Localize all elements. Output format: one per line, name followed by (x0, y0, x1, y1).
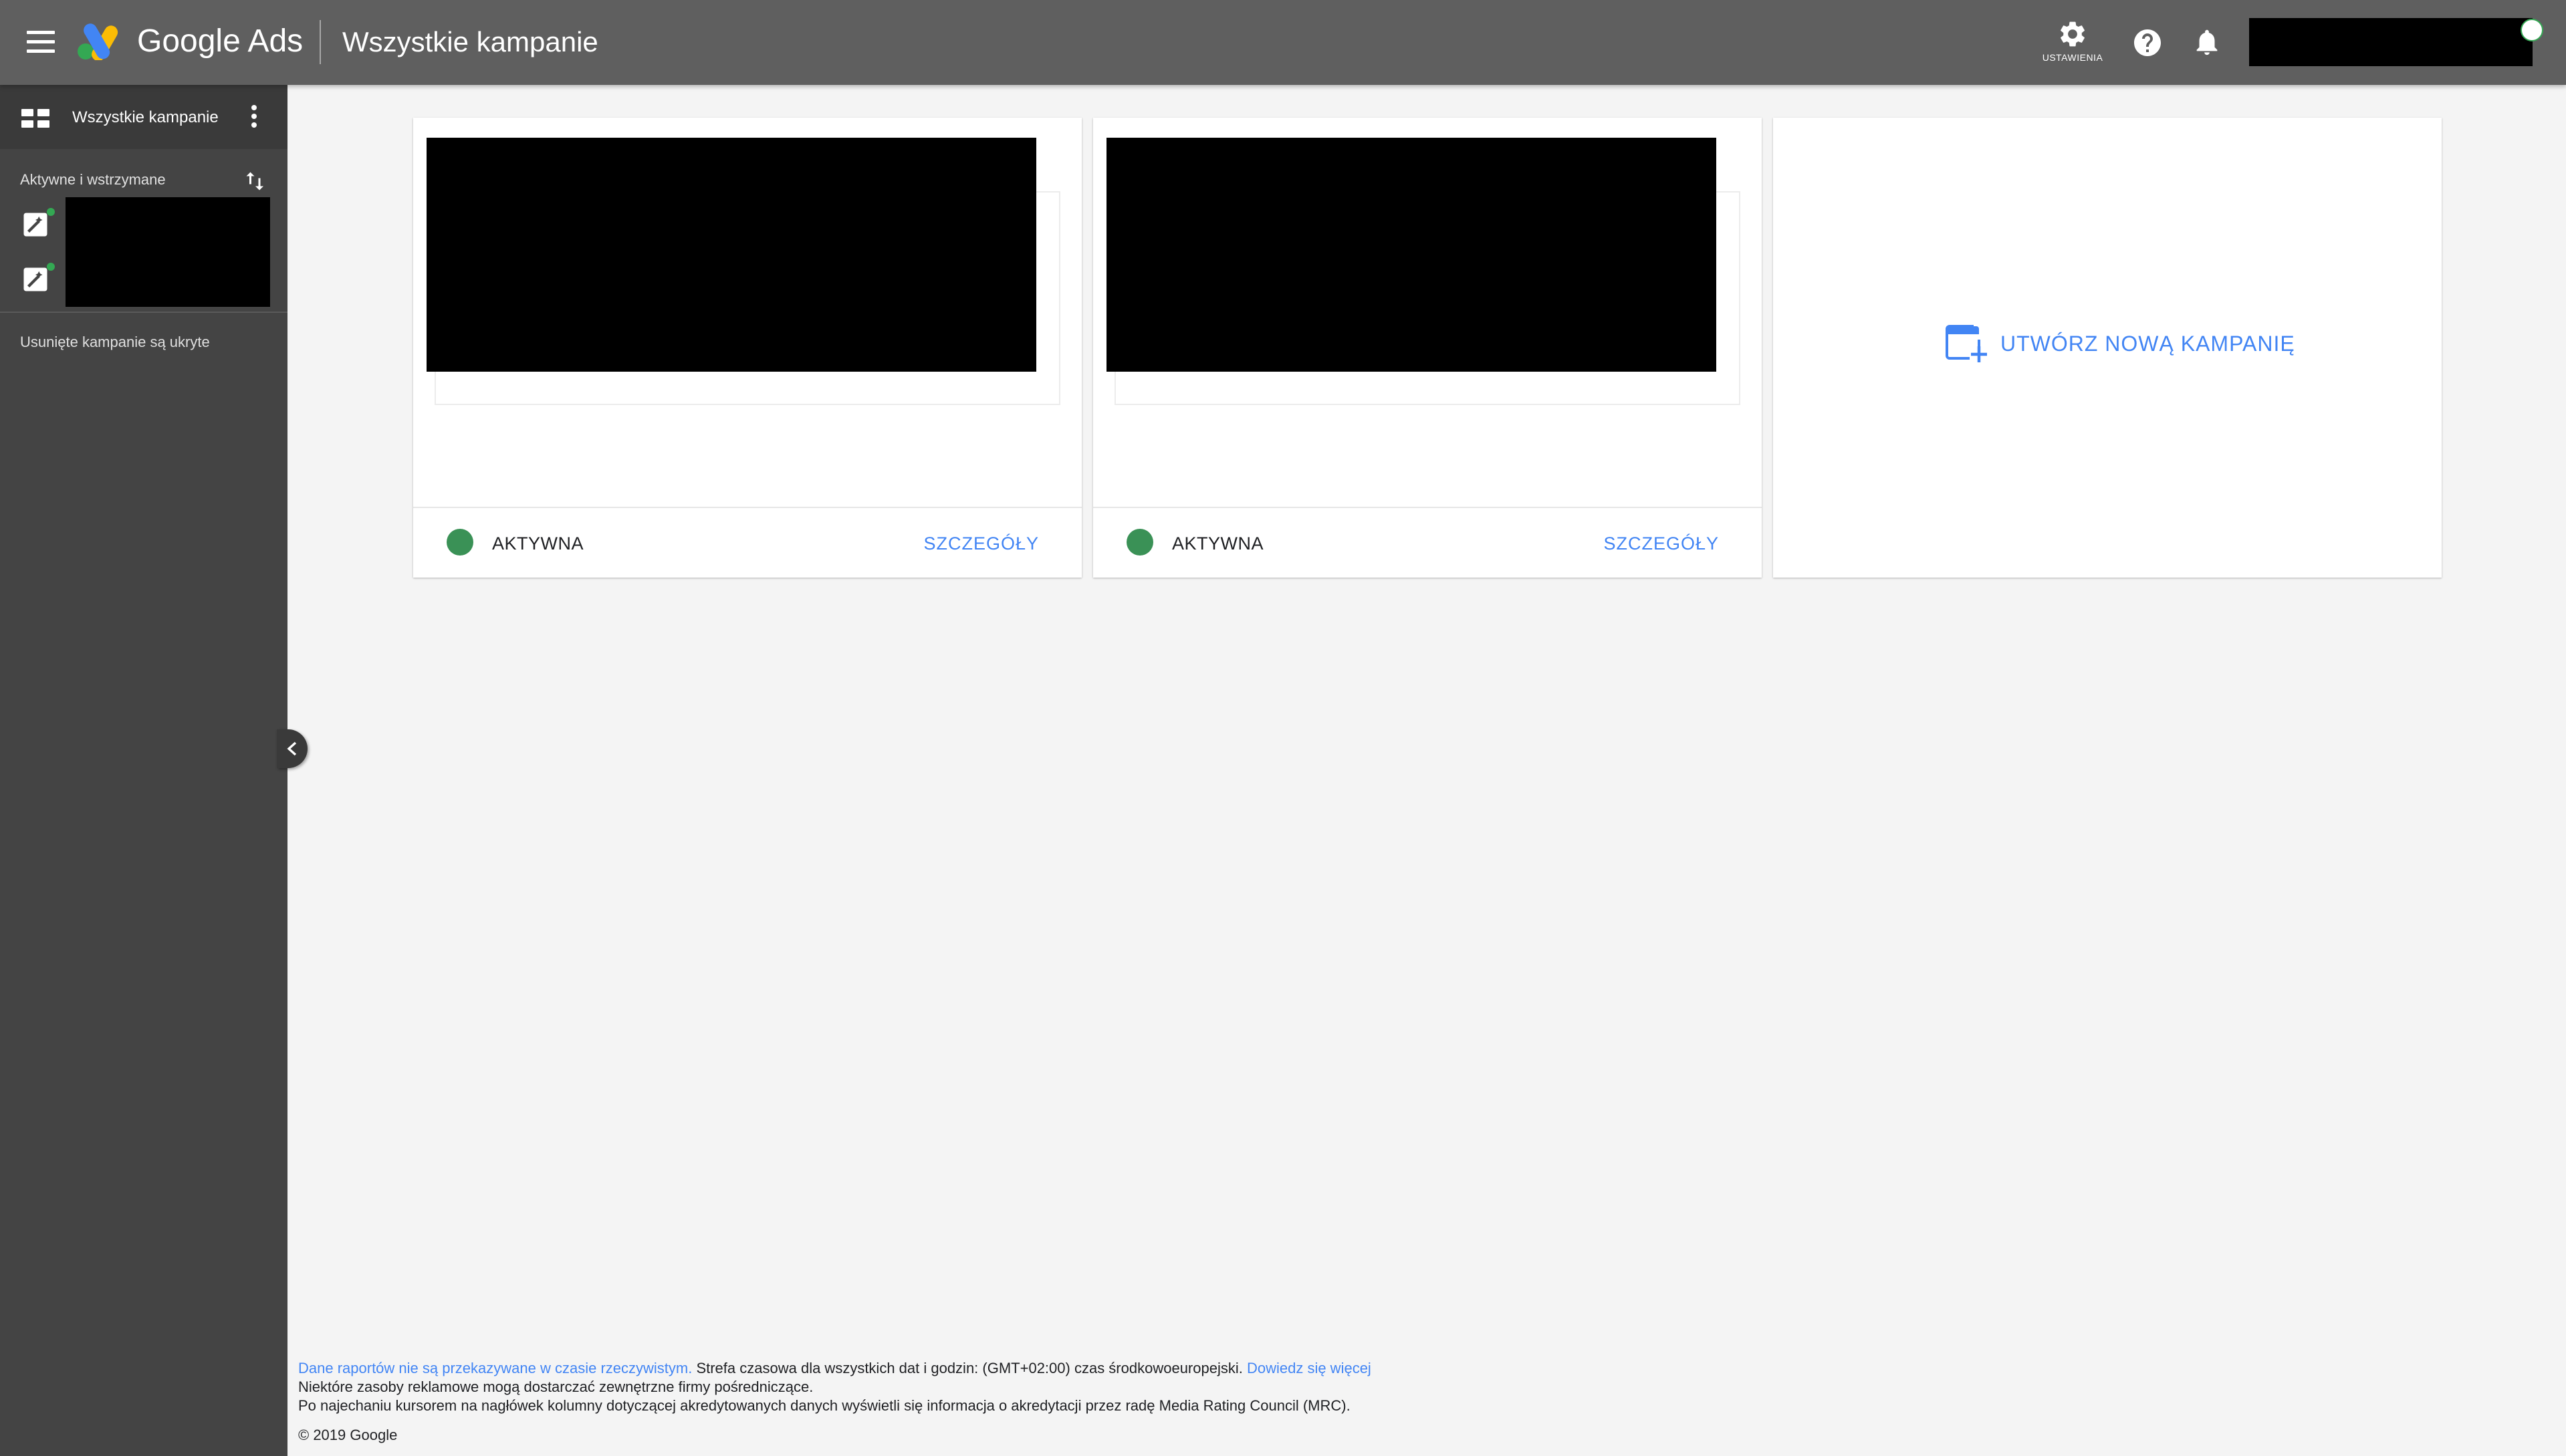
title-divider (320, 20, 321, 64)
more-vert-icon[interactable] (247, 105, 261, 132)
hamburger-menu-icon[interactable] (27, 31, 55, 53)
campaign-card[interactable]: AKTYWNA SZCZEGÓŁY (413, 118, 1082, 578)
copyright: © 2019 Google (298, 1427, 398, 1443)
chevron-left-icon (287, 741, 297, 756)
google-ads-logo[interactable] (77, 21, 121, 60)
brand-name: Google Ads (137, 23, 304, 59)
settings-button[interactable]: USTAWIENIA (2032, 16, 2113, 70)
status-active-dot (1127, 529, 1153, 556)
settings-label: USTAWIENIA (2042, 52, 2103, 63)
collapse-sidebar-button[interactable] (277, 729, 308, 768)
add-window-icon (1946, 325, 1987, 362)
campaign-card-footer: AKTYWNA SZCZEGÓŁY (413, 507, 1082, 578)
create-campaign-card[interactable]: UTWÓRZ NOWĄ KAMPANIĘ (1773, 118, 2442, 578)
dashboard-grid-icon (21, 109, 49, 128)
bell-icon[interactable] (2192, 25, 2222, 59)
gear-icon (2061, 21, 2085, 47)
learn-more-link[interactable]: Dowiedz się więcej (1247, 1360, 1371, 1376)
campaign-names-redacted[interactable] (66, 197, 270, 307)
reporting-delay-link[interactable]: Dane raportów nie są przekazywane w czas… (298, 1360, 692, 1376)
create-campaign-button[interactable]: UTWÓRZ NOWĄ KAMPANIĘ (1944, 322, 2295, 365)
details-button[interactable]: SZCZEGÓŁY (923, 532, 1039, 555)
details-button[interactable]: SZCZEGÓŁY (1603, 532, 1719, 555)
ad-preview-redacted (1106, 138, 1716, 372)
footer-line-intermediaries: Niektóre zasoby reklamowe mogą dostarcza… (298, 1378, 814, 1395)
top-app-bar: Google Ads Wszystkie kampanie USTAWIENIA (0, 0, 2566, 85)
create-campaign-label: UTWÓRZ NOWĄ KAMPANIĘ (2000, 331, 2295, 356)
campaign-filter-label: Aktywne i wstrzymane (20, 171, 166, 188)
timezone-note: Strefa czasowa dla wszystkich dat i godz… (692, 1360, 1247, 1376)
help-circle-icon[interactable] (2131, 27, 2164, 59)
campaign-sidebar: Wszystkie kampanie Aktywne i wstrzymane … (0, 85, 287, 1456)
status-active-dot (447, 529, 473, 556)
magic-wand-icon (23, 213, 47, 237)
magic-wand-icon (23, 267, 47, 291)
page-footer: Dane raportów nie są przekazywane w czas… (298, 1359, 1371, 1445)
removed-campaigns-note: Usunięte kampanie są ukryte (20, 334, 210, 350)
sidebar-header[interactable]: Wszystkie kampanie (0, 85, 287, 149)
sidebar-divider (0, 312, 287, 313)
account-selector[interactable] (2249, 18, 2533, 66)
sort-icon[interactable] (243, 168, 267, 195)
footer-line-reporting: Dane raportów nie są przekazywane w czas… (298, 1359, 1371, 1378)
footer-line-mrc: Po najechaniu kursorem na nagłówek kolum… (298, 1397, 1351, 1414)
campaign-active-dot (47, 263, 55, 271)
sidebar-header-label: Wszystkie kampanie (72, 108, 219, 126)
campaign-card-footer: AKTYWNA SZCZEGÓŁY (1093, 507, 1762, 578)
campaign-status: AKTYWNA (492, 533, 584, 554)
ad-preview-redacted (427, 138, 1036, 372)
page-title: Wszystkie kampanie (342, 26, 598, 57)
account-status-badge (2521, 19, 2543, 41)
campaign-active-dot (47, 208, 55, 216)
campaign-status: AKTYWNA (1172, 533, 1264, 554)
campaign-card[interactable]: AKTYWNA SZCZEGÓŁY (1093, 118, 1762, 578)
